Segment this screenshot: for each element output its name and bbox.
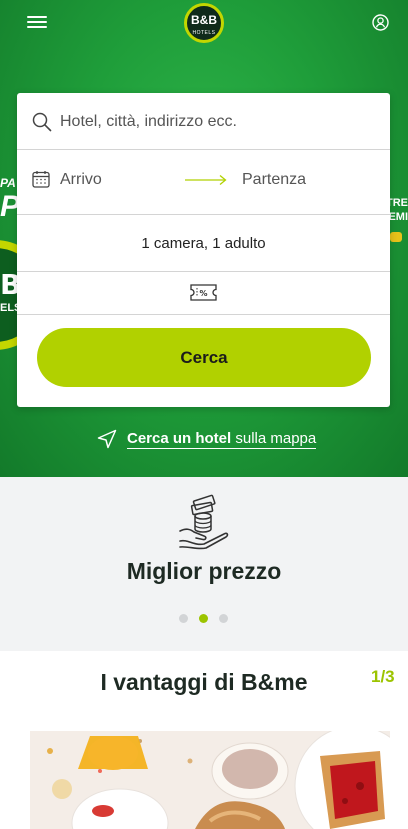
arrow-right-icon — [185, 173, 227, 191]
logo-sub-text: HOTELS — [192, 30, 216, 36]
carousel-dot-2[interactable] — [199, 614, 208, 623]
calendar-icon[interactable] — [32, 170, 50, 193]
discount-ticket-icon: % — [190, 284, 217, 306]
map-link-text: Cerca un hotel sulla mappa — [127, 430, 317, 449]
user-account-icon[interactable] — [372, 14, 389, 31]
carousel-slide-title: Miglior prezzo — [126, 558, 282, 584]
navigation-arrow-icon — [97, 429, 117, 453]
promo-code-field[interactable]: % — [17, 272, 390, 315]
rooms-guests-label: 1 camera, 1 adulto — [141, 235, 266, 252]
destination-search-input[interactable]: Hotel, città, indirizzo ecc. — [17, 93, 390, 150]
search-submit-button[interactable]: Cerca — [37, 328, 371, 387]
carousel-pagination — [179, 614, 231, 624]
carousel-dot-1[interactable] — [179, 614, 188, 623]
svg-text:%: % — [199, 289, 207, 298]
search-placeholder: Hotel, città, indirizzo ecc. — [60, 113, 237, 130]
rooms-guests-selector[interactable]: 1 camera, 1 adulto — [17, 215, 390, 272]
carousel-dot-3[interactable] — [219, 614, 228, 623]
benefits-section-title: I vantaggi di B&me — [100, 669, 308, 695]
departure-date-field[interactable]: Partenza — [242, 171, 306, 189]
benefits-page-indicator: 1/3 — [371, 667, 395, 686]
map-link-bold: Cerca un hotel — [127, 430, 232, 447]
search-card: Hotel, città, indirizzo ecc. Arrivo Part… — [17, 93, 390, 407]
hamburger-icon[interactable] — [27, 16, 47, 30]
hero-decor-text: PA — [0, 176, 16, 190]
logo-main-text: B&B — [191, 13, 217, 27]
benefits-carousel: Miglior prezzo — [0, 477, 408, 651]
breakfast-photo — [30, 731, 390, 829]
hero-decor-dots — [390, 232, 402, 242]
arrival-date-field[interactable]: Arrivo — [60, 171, 102, 189]
map-link-rest: sulla mappa — [231, 430, 317, 447]
date-range-picker: Arrivo Partenza — [17, 150, 390, 215]
search-icon — [32, 112, 52, 137]
bb-hotels-logo[interactable]: B&B HOTELS — [184, 3, 224, 43]
money-hand-icon — [176, 492, 232, 555]
hero-banner: PA P B ELS TRE EMI B&B HOTELS Hotel, cit… — [0, 0, 408, 477]
